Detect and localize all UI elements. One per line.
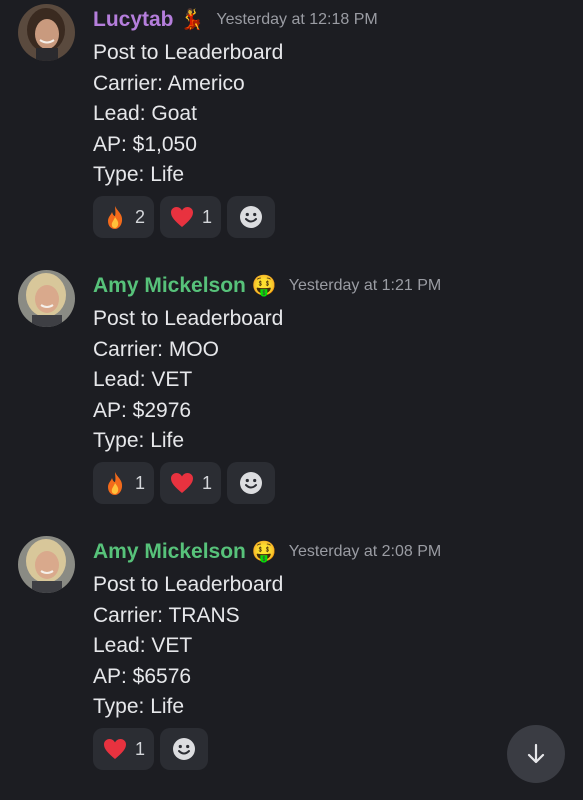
reactions-bar: 2 1 bbox=[93, 196, 276, 238]
message-line: Post to Leaderboard bbox=[93, 573, 284, 596]
reaction-count: 1 bbox=[135, 738, 146, 759]
message-line: Carrier: Americo bbox=[93, 71, 245, 95]
reaction-count: 1 bbox=[202, 472, 213, 493]
reaction-count: 1 bbox=[202, 206, 213, 227]
message-line: Lead: VET bbox=[93, 634, 193, 657]
message-line: Lead: VET bbox=[93, 368, 193, 391]
smiley-add-reaction-icon bbox=[173, 738, 196, 760]
message-feed: Lucytab 💃 Yesterday at 12:18 PM Post to … bbox=[0, 0, 583, 800]
money-mouth-emoji-icon: 🤑 bbox=[251, 275, 277, 297]
message-line: AP: $2976 bbox=[93, 398, 192, 422]
username[interactable]: Amy Mickelson bbox=[93, 274, 246, 298]
money-mouth-emoji-icon: 🤑 bbox=[251, 541, 277, 563]
message-header: Amy Mickelson 🤑 Yesterday at 2:08 PM bbox=[93, 534, 441, 570]
username[interactable]: Amy Mickelson bbox=[93, 540, 246, 564]
message-line: Type: Life bbox=[93, 695, 185, 718]
message-header: Lucytab 💃 Yesterday at 12:18 PM bbox=[93, 2, 378, 38]
heart-icon bbox=[171, 207, 194, 227]
avatar[interactable] bbox=[18, 4, 75, 61]
username[interactable]: Lucytab bbox=[93, 8, 174, 32]
message-line: Carrier: MOO bbox=[93, 337, 219, 361]
reactions-bar: 1 bbox=[93, 728, 209, 770]
message-line: Carrier: TRANS bbox=[93, 603, 240, 627]
message-line: AP: $1,050 bbox=[93, 132, 197, 156]
message-content: Post to Leaderboard Carrier: MOO Lead: V… bbox=[93, 304, 283, 457]
timestamp: Yesterday at 1:21 PM bbox=[288, 277, 442, 294]
avatar[interactable] bbox=[18, 536, 75, 593]
avatar[interactable] bbox=[18, 270, 75, 327]
arrow-down-icon bbox=[527, 743, 545, 764]
add-reaction-button[interactable] bbox=[160, 728, 209, 770]
fire-icon bbox=[108, 472, 123, 495]
timestamp: Yesterday at 12:18 PM bbox=[216, 11, 378, 28]
message-line: Lead: Goat bbox=[93, 102, 197, 125]
reaction-count: 2 bbox=[135, 206, 146, 227]
message-content: Post to Leaderboard Carrier: TRANS Lead:… bbox=[93, 570, 283, 723]
message-line: Type: Life bbox=[93, 429, 185, 452]
fire-icon bbox=[108, 206, 123, 229]
add-reaction-button[interactable] bbox=[227, 196, 276, 238]
dancer-emoji-icon: 💃 bbox=[179, 9, 205, 31]
message-content: Post to Leaderboard Carrier: Americo Lea… bbox=[93, 38, 283, 191]
reaction-heart[interactable]: 1 bbox=[160, 196, 222, 238]
heart-icon bbox=[171, 473, 194, 493]
message-line: Post to Leaderboard bbox=[93, 41, 284, 64]
message-line: AP: $6576 bbox=[93, 664, 192, 688]
message-header: Amy Mickelson 🤑 Yesterday at 1:21 PM bbox=[93, 268, 441, 304]
heart-icon bbox=[104, 739, 126, 759]
timestamp: Yesterday at 2:08 PM bbox=[288, 543, 442, 560]
message-line: Type: Life bbox=[93, 163, 185, 186]
reaction-heart[interactable]: 1 bbox=[160, 462, 222, 504]
add-reaction-button[interactable] bbox=[227, 462, 276, 504]
scroll-to-bottom-button[interactable] bbox=[507, 725, 565, 783]
smiley-add-reaction-icon bbox=[240, 206, 263, 228]
reaction-heart[interactable]: 1 bbox=[93, 728, 155, 770]
reaction-fire[interactable]: 1 bbox=[93, 462, 155, 504]
reaction-count: 1 bbox=[135, 472, 146, 493]
message-line: Post to Leaderboard bbox=[93, 307, 284, 330]
reaction-fire[interactable]: 2 bbox=[93, 196, 155, 238]
smiley-add-reaction-icon bbox=[240, 472, 263, 494]
reactions-bar: 1 1 bbox=[93, 462, 276, 504]
